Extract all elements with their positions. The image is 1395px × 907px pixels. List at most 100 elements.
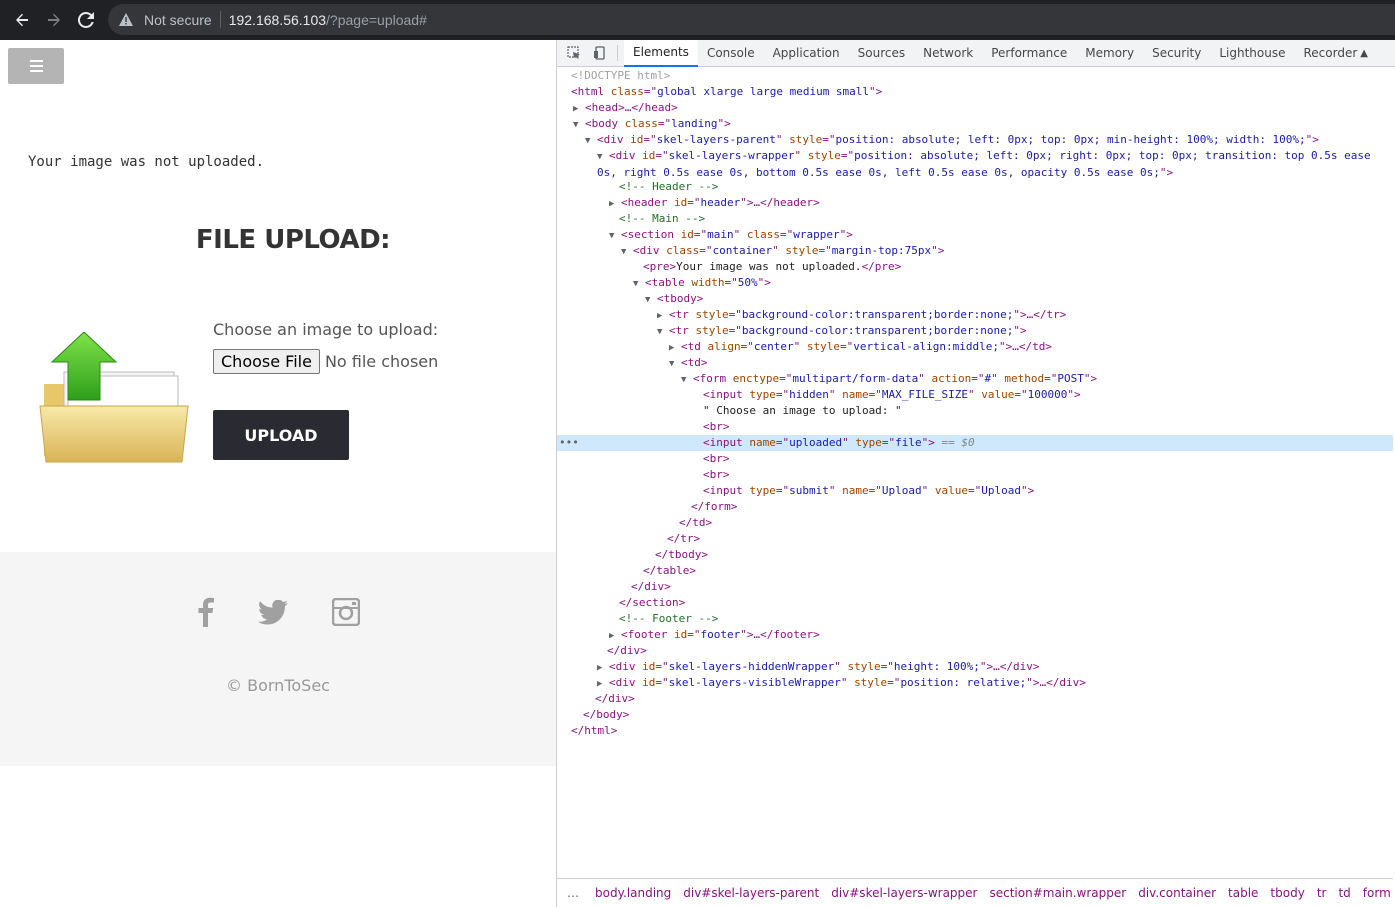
dom-node-selected[interactable]: ••• <input name="uploaded" type="file"> =… [557,435,1393,451]
dom-node[interactable]: <!DOCTYPE html> [557,68,1393,84]
arrow-left-icon [16,13,28,27]
page-footer: © BornToSec [0,552,556,766]
dom-node[interactable]: ▼ <div class="container" style="margin-to… [557,243,1393,259]
browser-toolbar: Not secure 192.168.56.103/?page=upload# [0,0,1395,40]
file-input[interactable]: Choose File No file chosen [213,349,438,374]
tab-performance[interactable]: Performance [982,40,1076,67]
no-file-text: No file chosen [324,352,439,371]
dom-node[interactable]: ▼ <table width="50%"> [557,275,1393,291]
dom-node[interactable]: <br> [557,419,1393,435]
tab-application[interactable]: Application [764,40,849,67]
breadcrumb-item[interactable]: tbody [1264,886,1310,900]
more-icon: ••• [559,436,579,449]
dom-node[interactable]: ▶ <div id="skel-layers-visibleWrapper" st… [557,675,1393,691]
tab-recorder[interactable]: Recorder ▲ [1295,40,1377,67]
tab-lighthouse[interactable]: Lighthouse [1210,40,1294,67]
devtools-toolbar: Elements Console Application Sources Net… [557,39,1395,67]
dom-node[interactable]: ▶ <header id="header">…</header> [557,195,1393,211]
tab-memory[interactable]: Memory [1076,40,1143,67]
dom-comment[interactable]: <!-- Footer --> [557,611,1393,627]
dom-node[interactable]: <br> [557,451,1393,467]
upload-result-message: Your image was not uploaded. [28,154,265,170]
dom-node[interactable]: <input type="hidden" name="MAX_FILE_SIZE… [557,387,1393,403]
tab-sources[interactable]: Sources [849,40,914,67]
dom-node[interactable]: </tr> [557,531,1393,547]
hamburger-icon-bar [29,60,43,62]
toolbar-divider [617,45,618,61]
dom-node[interactable]: <html class="global xlarge large medium … [557,84,1393,100]
breadcrumb-item[interactable]: div.container [1132,886,1222,900]
dom-breadcrumbs: … body.landing div#skel-layers-parent di… [557,878,1393,907]
dom-node[interactable]: <pre>Your image was not uploaded.</pre> [557,259,1393,275]
dom-node[interactable]: </div> [557,643,1393,659]
dom-node[interactable]: ▼ <section id="main" class="wrapper"> [557,227,1393,243]
breadcrumb-item[interactable]: form [1357,886,1395,900]
hamburger-icon-bar [29,70,43,72]
twitter-icon[interactable] [257,596,289,628]
breadcrumb-item[interactable]: body.landing [589,886,677,900]
tab-security[interactable]: Security [1143,40,1210,67]
breadcrumb-item[interactable]: table [1222,886,1264,900]
dom-node[interactable]: ▶ <div id="skel-layers-hiddenWrapper" sty… [557,659,1393,675]
dom-node[interactable]: </div> [557,579,1393,595]
breadcrumb-item[interactable]: td [1332,886,1356,900]
tab-network[interactable]: Network [914,40,982,67]
dom-node[interactable]: ▶ <td align="center" style="vertical-alig… [557,339,1393,355]
dom-node[interactable]: ▼ <body class="landing"> [557,116,1393,132]
breadcrumb-item[interactable]: tr [1311,886,1333,900]
breadcrumb-item[interactable]: div#skel-layers-wrapper [825,886,983,900]
address-bar[interactable]: Not secure 192.168.56.103/?page=upload# [108,4,1395,35]
dom-node[interactable]: </body> [557,707,1393,723]
facebook-icon[interactable] [189,596,221,628]
breadcrumb-item[interactable]: section#main.wrapper [983,886,1132,900]
dom-text-node[interactable]: " Choose an image to upload: " [557,403,1393,419]
address-divider [219,11,221,28]
dom-node[interactable]: </section> [557,595,1393,611]
page-title: FILE UPLOAD: [195,225,391,255]
hamburger-icon-bar [29,65,43,67]
back-button[interactable] [6,4,38,36]
dom-node[interactable]: ▼ <tr style="background-color:transparent… [557,323,1393,339]
folder-upload-icon [39,332,189,463]
dom-node[interactable]: ▶ <footer id="footer">…</footer> [557,627,1393,643]
choose-image-label: Choose an image to upload: [213,320,439,339]
dom-node[interactable]: ▶ <head>…</head> [557,100,1393,116]
inspect-element-icon[interactable] [561,40,587,66]
security-status[interactable]: Not secure [144,12,212,28]
dom-node[interactable]: ▼ <form enctype="multipart/form-data" act… [557,371,1393,387]
tab-console[interactable]: Console [698,40,764,67]
dom-node[interactable]: ▼ <td> [557,355,1393,371]
instagram-icon[interactable] [330,596,362,628]
tab-recorder-label: Recorder [1303,46,1358,60]
dom-comment[interactable]: <!-- Header --> [557,179,1393,195]
breadcrumb-overflow-icon[interactable]: … [557,886,589,900]
url-host: 192.168.56.103 [228,11,327,28]
dom-node[interactable]: </html> [557,723,1393,739]
reload-icon [78,12,94,28]
dom-node[interactable]: ▼ <div id="skel-layers-parent" style="pos… [557,132,1393,148]
menu-toggle-button[interactable] [8,48,64,84]
web-page: Your image was not uploaded. FILE UPLOAD… [0,40,556,907]
dom-node[interactable]: </div> [557,691,1393,707]
url-path: /?page=upload# [326,11,427,28]
dom-node[interactable]: ▶ <tr style="background-color:transparent… [557,307,1393,323]
dom-node[interactable]: </table> [557,563,1393,579]
device-toolbar-icon[interactable] [587,40,613,66]
dom-comment[interactable]: <!-- Main --> [557,211,1393,227]
breadcrumb-item[interactable]: div#skel-layers-parent [677,886,825,900]
choose-file-button[interactable]: Choose File [213,349,320,374]
dom-node[interactable]: </tbody> [557,547,1393,563]
dom-node[interactable]: </form> [557,499,1393,515]
devtools-panel: Elements Console Application Sources Net… [556,39,1395,907]
dom-node[interactable]: ▼ <div id="skel-layers-wrapper" style="po… [557,148,1393,179]
dom-node[interactable]: <br> [557,467,1393,483]
dom-node[interactable]: </td> [557,515,1393,531]
dom-node[interactable]: <input type="submit" name="Upload" value… [557,483,1393,499]
reload-button[interactable] [70,4,102,36]
arrow-right-icon [48,13,60,27]
upload-button[interactable]: UPLOAD [213,410,349,460]
tab-elements[interactable]: Elements [624,39,698,67]
flask-icon: ▲ [1360,47,1368,59]
forward-button[interactable] [38,4,70,36]
dom-node[interactable]: ▼ <tbody> [557,291,1393,307]
